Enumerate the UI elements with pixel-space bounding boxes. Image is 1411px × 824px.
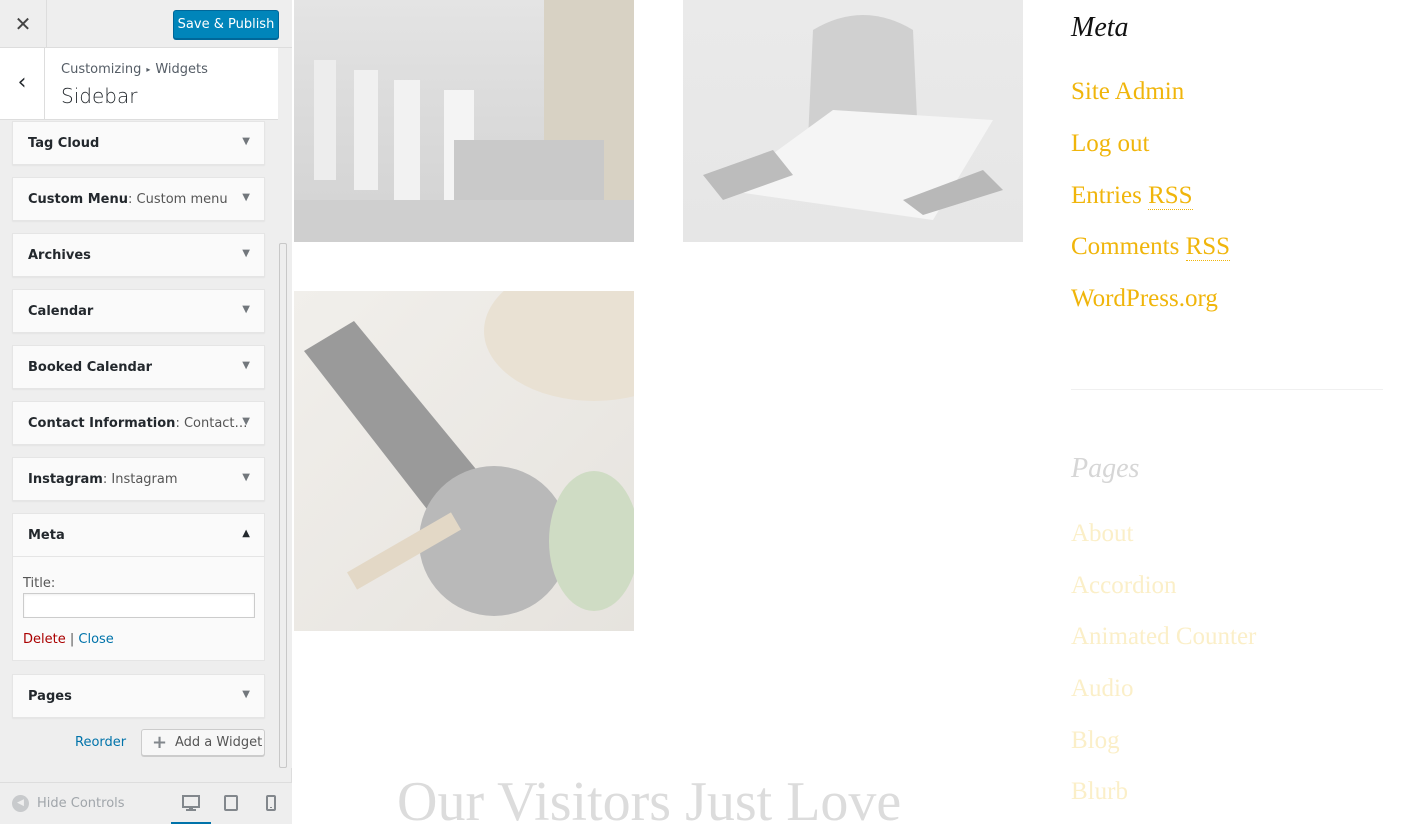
widget-title: Archives (28, 248, 91, 263)
page-link-about[interactable]: About (1071, 520, 1134, 548)
site-admin-link[interactable]: Site Admin (1071, 78, 1184, 106)
add-widget-button[interactable]: + Add a Widget (141, 729, 265, 756)
widget-meta-header[interactable]: Meta ▲ (13, 514, 264, 557)
widget-tag-cloud[interactable]: Tag Cloud ▼ (12, 121, 265, 165)
log-out-link[interactable]: Log out (1071, 130, 1149, 158)
scrollbar-thumb[interactable] (279, 243, 287, 768)
widget-title-input[interactable] (23, 593, 255, 618)
comments-rss-link[interactable]: Comments RSS (1071, 233, 1231, 261)
expand-arrow-icon[interactable]: ▼ (242, 416, 250, 427)
close-customizer-button[interactable]: ✕ (0, 0, 47, 48)
customizer-top-bar: ✕ Save & Publish (0, 0, 292, 48)
site-preview: Meta Site Admin Log out Entries RSS Comm… (292, 0, 1411, 824)
mobile-icon (266, 795, 276, 811)
section-title: Sidebar (61, 84, 138, 108)
preview-mobile-button[interactable] (253, 783, 289, 824)
back-arrow-icon: ‹ (17, 70, 27, 95)
link-text: WordPress.org (1071, 285, 1218, 312)
desktop-icon (182, 795, 200, 811)
widget-calendar[interactable]: Calendar ▼ (12, 289, 265, 333)
link-text: Site Admin (1071, 78, 1185, 105)
hide-controls-button[interactable]: ◀ Hide Controls (12, 795, 125, 812)
page-link-accordion[interactable]: Accordion (1071, 572, 1177, 600)
page-link-animated-counter[interactable]: Animated Counter (1071, 623, 1256, 651)
action-separator: | (69, 632, 75, 647)
save-publish-button[interactable]: Save & Publish (173, 10, 279, 39)
widget-title: Instagram (28, 472, 103, 487)
restaurant-interior-image (294, 0, 634, 242)
collapse-arrow-icon[interactable]: ▲ (242, 528, 250, 539)
meta-widget-heading: Meta (1071, 12, 1129, 43)
widget-pages[interactable]: Pages ▼ (12, 674, 265, 718)
tablet-icon (224, 795, 238, 811)
add-widget-label: Add a Widget (175, 735, 263, 750)
widget-title: Calendar (28, 304, 94, 319)
testimonials-heading: Our Visitors Just Love (397, 771, 902, 824)
expand-arrow-icon[interactable]: ▼ (242, 248, 250, 259)
delete-widget-link[interactable]: Delete (23, 632, 66, 647)
title-field-label: Title: (23, 576, 56, 591)
close-icon: ✕ (14, 12, 32, 36)
reorder-link[interactable]: Reorder (75, 735, 126, 750)
pages-widget-heading: Pages (1071, 453, 1140, 484)
widget-instagram[interactable]: Instagram: Instagram ▼ (12, 457, 265, 501)
preview-sidebar: Meta Site Admin Log out Entries RSS Comm… (1047, 0, 1411, 824)
table-setting-image (683, 0, 1023, 242)
customizer-footer: ◀ Hide Controls (0, 782, 292, 824)
widget-title: Contact Information (28, 416, 176, 431)
widget-subtitle: : Contact… (175, 416, 248, 431)
link-text: Comments (1071, 233, 1186, 260)
page-link-blog[interactable]: Blog (1071, 727, 1120, 755)
preview-desktop-button[interactable] (171, 783, 211, 824)
expand-arrow-icon[interactable]: ▼ (242, 472, 250, 483)
widget-actions: Delete | Close (23, 632, 114, 647)
widget-booked-calendar[interactable]: Booked Calendar ▼ (12, 345, 265, 389)
collapse-icon: ◀ (12, 795, 29, 812)
expand-arrow-icon[interactable]: ▼ (242, 136, 250, 147)
wine-bottle-image (294, 261, 704, 631)
plus-icon: + (152, 732, 168, 753)
widget-subtitle: : Custom menu (128, 192, 228, 207)
section-header: ‹ Customizing ▸ Widgets Sidebar (0, 48, 278, 120)
widget-meta-expanded: Meta ▲ Title: Delete | Close (12, 513, 265, 661)
widget-title: Booked Calendar (28, 360, 153, 375)
link-text: Log out (1071, 130, 1150, 157)
widget-title: Meta (28, 528, 65, 543)
hide-controls-label: Hide Controls (37, 796, 125, 811)
panel-scrollbar[interactable] (279, 48, 292, 768)
widget-title: Tag Cloud (28, 136, 100, 151)
entries-rss-link[interactable]: Entries RSS (1071, 182, 1193, 210)
preview-tablet-button[interactable] (213, 783, 249, 824)
page-link-blurb[interactable]: Blurb (1071, 778, 1128, 806)
breadcrumb-root: Customizing (61, 62, 142, 77)
widget-contact-information[interactable]: Contact Information: Contact… ▼ (12, 401, 265, 445)
expand-arrow-icon[interactable]: ▼ (242, 689, 250, 700)
page-link-audio[interactable]: Audio (1071, 675, 1134, 703)
widget-subtitle: : Instagram (102, 472, 178, 487)
widget-custom-menu[interactable]: Custom Menu: Custom menu ▼ (12, 177, 265, 221)
rss-abbr: RSS (1185, 233, 1231, 261)
back-button[interactable]: ‹ (0, 48, 45, 120)
close-widget-link[interactable]: Close (78, 632, 113, 647)
widget-archives[interactable]: Archives ▼ (12, 233, 265, 277)
breadcrumb-separator-icon: ▸ (146, 65, 151, 74)
widget-title: Custom Menu (28, 192, 129, 207)
breadcrumb: Customizing ▸ Widgets (61, 62, 208, 77)
customizer-panel: ✕ Save & Publish ‹ Customizing ▸ Widgets S… (0, 0, 292, 824)
expand-arrow-icon[interactable]: ▼ (242, 192, 250, 203)
expand-arrow-icon[interactable]: ▼ (242, 360, 250, 371)
breadcrumb-section: Widgets (155, 62, 208, 77)
widget-title: Pages (28, 689, 72, 704)
wordpress-org-link[interactable]: WordPress.org (1071, 285, 1218, 313)
link-text: Entries (1071, 182, 1149, 209)
rss-abbr: RSS (1148, 182, 1193, 210)
expand-arrow-icon[interactable]: ▼ (242, 304, 250, 315)
sidebar-divider (1071, 389, 1383, 390)
